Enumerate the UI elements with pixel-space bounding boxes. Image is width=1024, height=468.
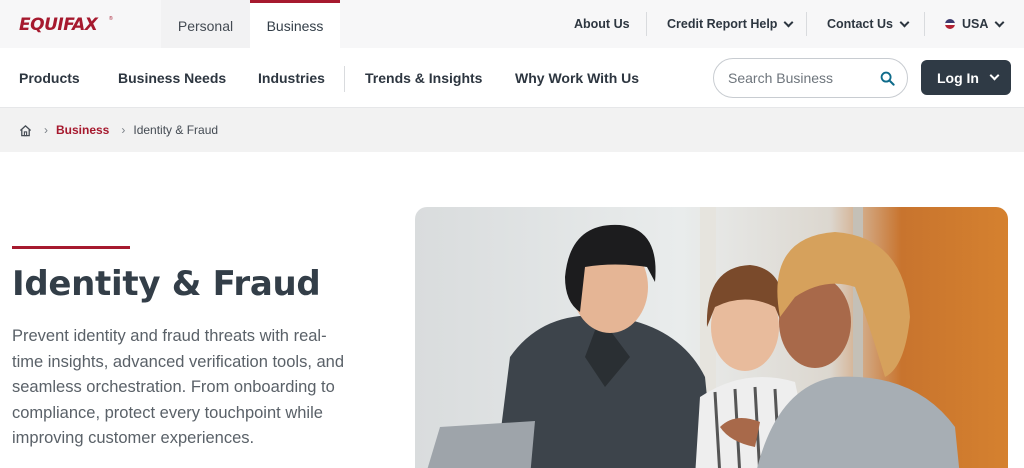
search-icon[interactable]: [880, 71, 895, 86]
breadcrumb: › Business › Identity & Fraud: [0, 108, 1024, 152]
country-label: USA: [962, 17, 989, 31]
breadcrumb-current: Identity & Fraud: [133, 123, 219, 137]
nav-item-business-needs[interactable]: Business Needs: [118, 48, 226, 108]
breadcrumb-separator-icon: ›: [44, 123, 48, 137]
credit-report-help-label: Credit Report Help: [667, 17, 778, 31]
divider: [646, 12, 647, 36]
credit-report-help-menu[interactable]: Credit Report Help: [667, 0, 794, 48]
login-label: Log In: [937, 69, 979, 86]
nav-item-why-work-with-us[interactable]: Why Work With Us: [515, 48, 639, 108]
login-button[interactable]: Log In: [921, 60, 1011, 95]
search-box: [713, 58, 908, 98]
page-title: Identity & Fraud: [12, 264, 321, 304]
divider: [924, 12, 925, 36]
main-nav: Products Business Needs Industries Trend…: [0, 48, 1024, 108]
nav-item-trends-insights[interactable]: Trends & Insights: [365, 48, 482, 108]
divider: [344, 66, 345, 92]
logo-trademark: ®: [109, 16, 113, 22]
breadcrumb-separator-icon: ›: [121, 123, 126, 137]
tab-personal[interactable]: Personal: [161, 0, 250, 48]
chevron-down-icon: [783, 17, 794, 27]
tab-business[interactable]: Business: [250, 0, 340, 48]
search-input[interactable]: [728, 68, 878, 88]
utility-bar: EQUIFAX ® Personal Business About Us Cre…: [0, 0, 1024, 48]
contact-us-label: Contact Us: [827, 17, 893, 31]
hero-photo: [415, 207, 1008, 468]
breadcrumb-business-link[interactable]: Business: [56, 123, 109, 137]
us-flag-icon: [945, 19, 955, 29]
equifax-logo[interactable]: EQUIFAX ®: [19, 14, 113, 36]
divider: [806, 12, 807, 36]
contact-us-menu[interactable]: Contact Us: [827, 0, 910, 48]
title-accent-rule: [12, 246, 130, 249]
chevron-down-icon: [899, 17, 910, 27]
nav-item-industries[interactable]: Industries: [258, 48, 325, 108]
hero-photo-illustration: [415, 207, 1008, 468]
chevron-down-icon: [989, 70, 1000, 81]
home-icon[interactable]: [19, 124, 32, 137]
logo-wordmark: EQUIFAX: [19, 15, 98, 35]
chevron-down-icon: [994, 17, 1005, 27]
country-selector[interactable]: USA: [945, 0, 1005, 48]
about-us-label: About Us: [574, 17, 630, 31]
hero-description: Prevent identity and fraud threats with …: [12, 327, 345, 447]
about-us-link[interactable]: About Us: [574, 0, 630, 48]
nav-item-products[interactable]: Products: [19, 48, 80, 108]
